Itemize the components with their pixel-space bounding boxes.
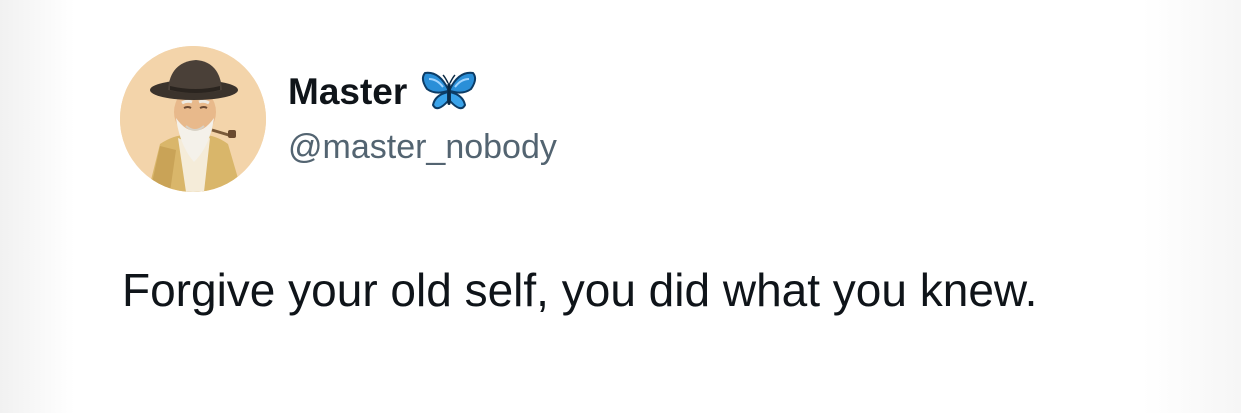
tweet-author-block: Master @master_nobody (288, 66, 557, 170)
butterfly-icon (421, 69, 477, 115)
tweet-card[interactable]: Master @master_nobody Forgive your old s… (0, 0, 1241, 413)
avatar-illustration (120, 46, 266, 192)
user-handle[interactable]: @master_nobody (288, 124, 557, 170)
avatar[interactable] (120, 46, 266, 192)
tweet-text: Forgive your old self, you did what you … (122, 264, 1038, 316)
name-row: Master (288, 66, 557, 118)
screenshot-canvas: Master @master_nobody Forgive your old s… (0, 0, 1241, 413)
display-name[interactable]: Master (288, 66, 407, 118)
